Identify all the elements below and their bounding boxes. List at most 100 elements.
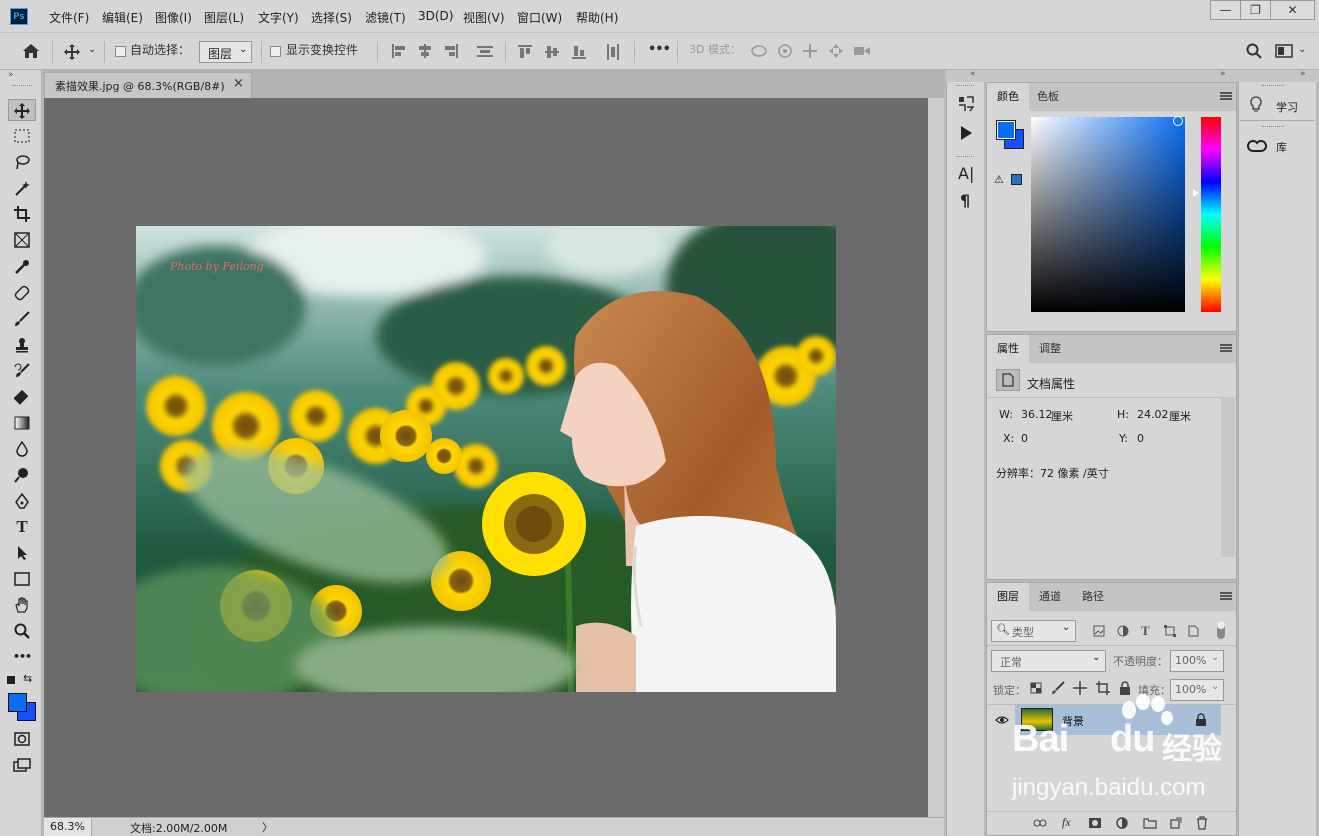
menu-view[interactable]: 视图(V) — [463, 9, 505, 26]
menu-help[interactable]: 帮助(H) — [576, 9, 618, 26]
3d-orbit-icon[interactable] — [750, 44, 768, 58]
stamp-tool[interactable] — [8, 334, 36, 356]
grip[interactable] — [12, 85, 32, 87]
align-top-icon[interactable] — [518, 44, 532, 60]
history-icon[interactable] — [957, 95, 975, 113]
hand-tool[interactable] — [8, 594, 36, 616]
quick-mask-button[interactable] — [8, 728, 36, 750]
menu-image[interactable]: 图像(I) — [155, 9, 192, 26]
menu-edit[interactable]: 编辑(E) — [102, 9, 143, 26]
3d-camera-icon[interactable] — [853, 44, 871, 58]
gradient-tool[interactable] — [8, 412, 36, 434]
height-value[interactable]: 24.02 — [1137, 408, 1169, 421]
align-right-icon[interactable] — [443, 44, 459, 58]
workspace-icon[interactable] — [1275, 44, 1293, 58]
foreground-color-swatch[interactable] — [8, 693, 27, 712]
grip[interactable] — [1262, 126, 1284, 127]
menu-select[interactable]: 选择(S) — [311, 9, 352, 26]
hue-slider[interactable] — [1201, 117, 1221, 312]
restore-button[interactable]: ❐ — [1240, 0, 1271, 20]
close-button[interactable]: ✕ — [1270, 0, 1315, 20]
align-center-icon[interactable] — [417, 44, 433, 58]
pen-tool[interactable] — [8, 490, 36, 512]
menu-filter[interactable]: 滤镜(T) — [365, 9, 406, 26]
eyedropper-tool[interactable] — [8, 256, 36, 278]
panel-menu-icon[interactable] — [1220, 592, 1232, 600]
marquee-tool[interactable] — [8, 125, 36, 147]
hue-slider-handle[interactable] — [1193, 189, 1199, 197]
auto-select-checkbox[interactable] — [115, 46, 126, 57]
align-middle-icon[interactable] — [545, 44, 559, 60]
grip[interactable] — [1262, 85, 1284, 86]
panel-menu-icon[interactable] — [1220, 344, 1232, 352]
eye-icon[interactable] — [995, 715, 1009, 725]
brush-tool[interactable] — [8, 308, 36, 330]
fill-field[interactable]: 100% ⌄ — [1170, 679, 1224, 701]
frame-tool[interactable] — [8, 229, 36, 251]
paragraph-panel-icon[interactable]: ¶ — [960, 191, 970, 210]
edit-toolbar-button[interactable]: ••• — [8, 646, 36, 668]
show-transform-checkbox[interactable] — [270, 46, 281, 57]
type-layer-filter-icon[interactable]: T — [1141, 623, 1150, 639]
adjustment-layer-filter-icon[interactable] — [1117, 625, 1129, 637]
width-value[interactable]: 36.12 — [1021, 408, 1053, 421]
collapse-icon[interactable]: » — [1300, 69, 1306, 79]
distribute-vertical-icon[interactable] — [606, 44, 620, 60]
tab-paths[interactable]: 路径 — [1072, 583, 1114, 611]
magic-wand-tool[interactable] — [8, 177, 36, 199]
minimize-button[interactable]: — — [1210, 0, 1241, 20]
crop-tool[interactable] — [8, 203, 36, 225]
tab-properties[interactable]: 属性 — [987, 335, 1029, 363]
blur-tool[interactable] — [8, 438, 36, 460]
3d-pan-icon[interactable] — [802, 43, 818, 59]
distribute-icon[interactable] — [477, 44, 493, 58]
lock-position-icon[interactable] — [1073, 681, 1087, 695]
tab-swatches[interactable]: 色板 — [1027, 83, 1069, 111]
menu-file[interactable]: 文件(F) — [49, 9, 89, 26]
dodge-tool[interactable] — [8, 464, 36, 486]
path-selection-tool[interactable] — [8, 542, 36, 564]
align-left-icon[interactable] — [391, 44, 407, 58]
move-tool[interactable] — [8, 99, 36, 121]
adjustment-layer-icon[interactable] — [1116, 817, 1128, 829]
menu-3d[interactable]: 3D(D) — [418, 9, 453, 23]
move-tool-icon[interactable] — [63, 43, 81, 61]
smart-object-filter-icon[interactable] — [1187, 625, 1199, 637]
tab-adjustments[interactable]: 调整 — [1029, 335, 1071, 363]
add-mask-icon[interactable] — [1088, 817, 1102, 829]
panel-menu-icon[interactable] — [1220, 92, 1232, 100]
collapse-icon[interactable]: » — [1220, 69, 1226, 79]
character-panel-icon[interactable]: A| — [958, 164, 974, 183]
lock-transparent-icon[interactable] — [1030, 682, 1042, 694]
color-picker-handle[interactable] — [1173, 116, 1183, 126]
vertical-scrollbar[interactable] — [928, 98, 944, 817]
zoom-field[interactable]: 68.3% — [44, 818, 92, 836]
menu-layer[interactable]: 图层(L) — [204, 9, 244, 26]
lasso-tool[interactable] — [8, 151, 36, 173]
collapse-icon[interactable]: « — [970, 69, 976, 79]
tab-channels[interactable]: 通道 — [1029, 583, 1071, 611]
tab-color[interactable]: 颜色 — [987, 83, 1029, 111]
learn-button[interactable]: 学习 — [1240, 90, 1315, 120]
swap-colors-icon[interactable]: ⇆ — [23, 672, 32, 685]
new-group-icon[interactable] — [1143, 817, 1157, 829]
layer-filter-dropdown[interactable]: 🔍︎ 类型 ⌄ — [991, 620, 1076, 642]
fg-color-swatch[interactable] — [996, 120, 1016, 140]
history-brush-tool[interactable] — [8, 360, 36, 382]
play-actions-icon[interactable] — [959, 125, 973, 141]
menu-window[interactable]: 窗口(W) — [517, 9, 562, 26]
type-tool[interactable]: T — [8, 516, 36, 538]
3d-slide-icon[interactable] — [828, 43, 844, 59]
layer-row-background[interactable]: 背景 — [1015, 705, 1221, 735]
menu-type[interactable]: 文字(Y) — [258, 9, 299, 26]
more-options-button[interactable]: ••• — [648, 42, 671, 58]
lock-pixels-icon[interactable] — [1051, 681, 1065, 695]
shape-layer-filter-icon[interactable] — [1164, 625, 1176, 637]
document-image[interactable]: Photo by Feilong — [136, 226, 836, 692]
auto-select-dropdown[interactable]: 图层 ⌄ — [199, 41, 252, 63]
blend-mode-dropdown[interactable]: 正常 ⌄ — [991, 650, 1106, 672]
lock-artboard-icon[interactable] — [1096, 681, 1110, 695]
y-value[interactable]: 0 — [1137, 432, 1144, 445]
zoom-tool[interactable] — [8, 620, 36, 642]
eraser-tool[interactable] — [8, 386, 36, 408]
